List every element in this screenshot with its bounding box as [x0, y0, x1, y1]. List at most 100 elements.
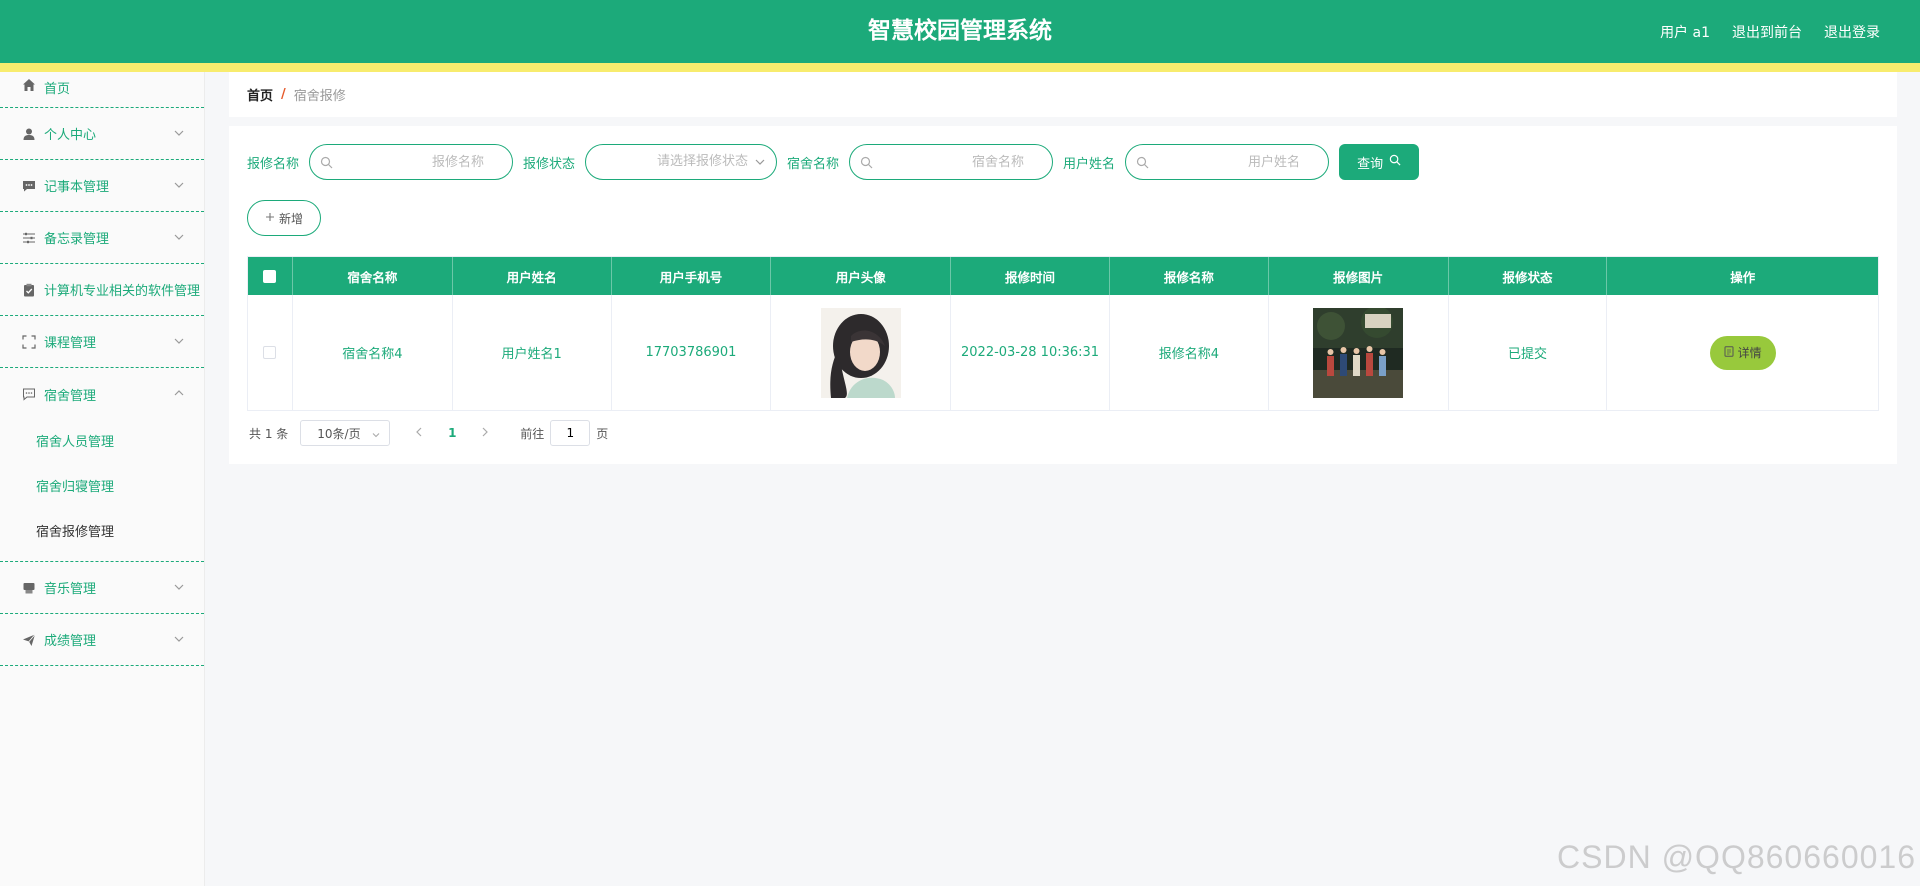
next-page-button[interactable] — [470, 426, 500, 440]
page-size-select[interactable]: 10条/页 — [300, 420, 391, 446]
logout-link[interactable]: 退出登录 — [1824, 22, 1880, 42]
add-button-label: 新增 — [278, 211, 303, 226]
query-button[interactable]: 查询 — [1339, 144, 1420, 180]
add-button[interactable]: 新增 — [247, 200, 321, 236]
plus-icon — [265, 211, 275, 225]
sidebar-sub-dorm-return[interactable]: 宿舍归寝管理 — [0, 465, 204, 510]
page-size-value: 10条/页 — [317, 426, 361, 441]
column-header[interactable]: 报修时间 — [951, 257, 1110, 295]
sidebar-item-label: 记事本管理 — [44, 180, 110, 195]
header-stripe — [0, 63, 1920, 72]
table-row: 宿舍名称4 用户姓名1 17703786901 2022-03-28 10:36… — [248, 295, 1878, 410]
current-user: 用户 a1 — [1660, 24, 1710, 41]
sidebar-item-software[interactable]: 计算机专业相关的软件管理 — [0, 264, 204, 316]
clipboard-icon — [22, 283, 36, 297]
user-name-label: 用户姓名 — [1063, 156, 1116, 172]
repair-image-cell — [1269, 295, 1449, 410]
repair-name-cell: 报修名称4 — [1110, 295, 1269, 410]
goto-page-input[interactable] — [550, 420, 591, 446]
column-header[interactable]: 用户头像 — [771, 257, 952, 295]
repair-name-input[interactable] — [340, 145, 501, 179]
sidebar-item-grades[interactable]: 成绩管理 — [0, 614, 204, 666]
pagination: 共 1 条 10条/页 1 前往 页 — [249, 420, 608, 446]
to-front-link[interactable]: 退出到前台 — [1732, 22, 1802, 42]
user-name-input[interactable] — [1156, 145, 1317, 179]
sidebar-item-label: 个人中心 — [44, 128, 97, 143]
breadcrumb-separator: / — [281, 87, 286, 102]
column-header[interactable]: 用户姓名 — [453, 257, 612, 295]
sidebar-sub-dorm-repair[interactable]: 宿舍报修管理 — [0, 510, 204, 555]
detail-button[interactable]: 详情 — [1709, 335, 1776, 370]
avatar[interactable] — [820, 307, 901, 398]
pagination-total: 共 1 条 — [249, 426, 289, 441]
page-number[interactable]: 1 — [434, 426, 470, 440]
sidebar-item-label: 计算机专业相关的软件管理 — [44, 284, 201, 299]
sidebar-item-dorm[interactable]: 宿舍管理 — [0, 368, 204, 420]
chat-icon — [22, 179, 36, 193]
row-checkbox[interactable] — [263, 346, 277, 359]
home-icon — [22, 78, 36, 92]
sidebar-item-label: 成绩管理 — [44, 634, 97, 649]
send-icon — [22, 633, 36, 647]
column-header[interactable]: 报修图片 — [1269, 257, 1449, 295]
repair-image[interactable] — [1313, 307, 1404, 398]
sidebar-item-label: 音乐管理 — [44, 582, 97, 597]
prev-page-button[interactable] — [404, 426, 434, 440]
dorm-name-label: 宿舍名称 — [787, 156, 840, 172]
sidebar-sub-dorm-members[interactable]: 宿舍人员管理 — [0, 420, 204, 465]
repair-name-label: 报修名称 — [247, 156, 300, 172]
page-suffix: 页 — [596, 426, 609, 441]
sidebar-item-label: 课程管理 — [44, 336, 97, 351]
header-select-all — [248, 257, 293, 295]
column-header[interactable]: 宿舍名称 — [293, 257, 453, 295]
dorm-name-field — [849, 144, 1054, 180]
column-header[interactable]: 操作 — [1607, 257, 1878, 295]
chevron-down-icon — [172, 334, 186, 348]
user-name-field — [1125, 144, 1330, 180]
search-icon — [860, 156, 873, 169]
sidebar-item-label: 备忘录管理 — [44, 232, 110, 247]
avatar-cell — [771, 295, 952, 410]
sidebar-item-notebook[interactable]: 记事本管理 — [0, 160, 204, 212]
repair-table: 宿舍名称 用户姓名 用户手机号 用户头像 报修时间 报修名称 报修图片 报修状态… — [247, 256, 1879, 411]
search-icon — [320, 156, 333, 169]
sidebar-item-label: 宿舍管理 — [44, 388, 97, 404]
message-icon — [22, 387, 36, 401]
dorm-menu-group: 宿舍管理 宿舍人员管理 宿舍归寝管理 宿舍报修管理 — [0, 368, 204, 562]
breadcrumb: 首页 / 宿舍报修 — [229, 72, 1897, 117]
chevron-down-icon — [172, 632, 186, 646]
fullscreen-icon — [22, 334, 36, 349]
repair-status-placeholder: 请选择报修状态 — [657, 154, 749, 169]
column-header[interactable]: 报修状态 — [1449, 257, 1608, 295]
chevron-down-icon — [371, 429, 381, 439]
repair-name-field — [309, 144, 514, 180]
chevron-down-icon — [172, 230, 186, 244]
user-icon — [22, 127, 36, 141]
column-header[interactable]: 用户手机号 — [612, 257, 772, 295]
breadcrumb-home[interactable]: 首页 — [247, 85, 273, 104]
dorm-name-input[interactable] — [880, 145, 1041, 179]
repair-status-label: 报修状态 — [523, 156, 576, 172]
select-all-checkbox[interactable] — [263, 269, 277, 283]
detail-button-label: 详情 — [1737, 346, 1762, 360]
sidebar-item-course[interactable]: 课程管理 — [0, 316, 204, 368]
search-icon — [1136, 156, 1149, 169]
breadcrumb-current: 宿舍报修 — [293, 89, 346, 104]
table-header: 宿舍名称 用户姓名 用户手机号 用户头像 报修时间 报修名称 报修图片 报修状态… — [248, 257, 1878, 295]
repair-status-select[interactable]: 请选择报修状态 — [585, 144, 778, 180]
chevron-down-icon — [754, 156, 766, 168]
top-header: 智慧校园管理系统 用户 a1 退出到前台 退出登录 — [0, 0, 1920, 63]
sidebar-item-personal-center[interactable]: 个人中心 — [0, 108, 204, 160]
chevron-up-icon — [172, 386, 186, 400]
column-header[interactable]: 报修名称 — [1110, 257, 1269, 295]
sidebar-item-memo[interactable]: 备忘录管理 — [0, 212, 204, 264]
action-cell: 详情 — [1607, 295, 1878, 410]
header-user-area: 用户 a1 退出到前台 退出登录 — [1660, 0, 1880, 63]
sidebar: 首页 个人中心 记事本管理 备忘录管理 计算机专业相关的软件管理 课程管理 宿舍… — [0, 72, 205, 886]
watermark: CSDN @QQ860660016 — [1557, 839, 1916, 875]
sidebar-item-home[interactable]: 首页 — [0, 72, 204, 108]
sidebar-item-music[interactable]: 音乐管理 — [0, 562, 204, 614]
sidebar-item-label: 首页 — [44, 82, 71, 97]
row-select-cell — [248, 295, 293, 410]
search-icon — [1389, 154, 1401, 170]
